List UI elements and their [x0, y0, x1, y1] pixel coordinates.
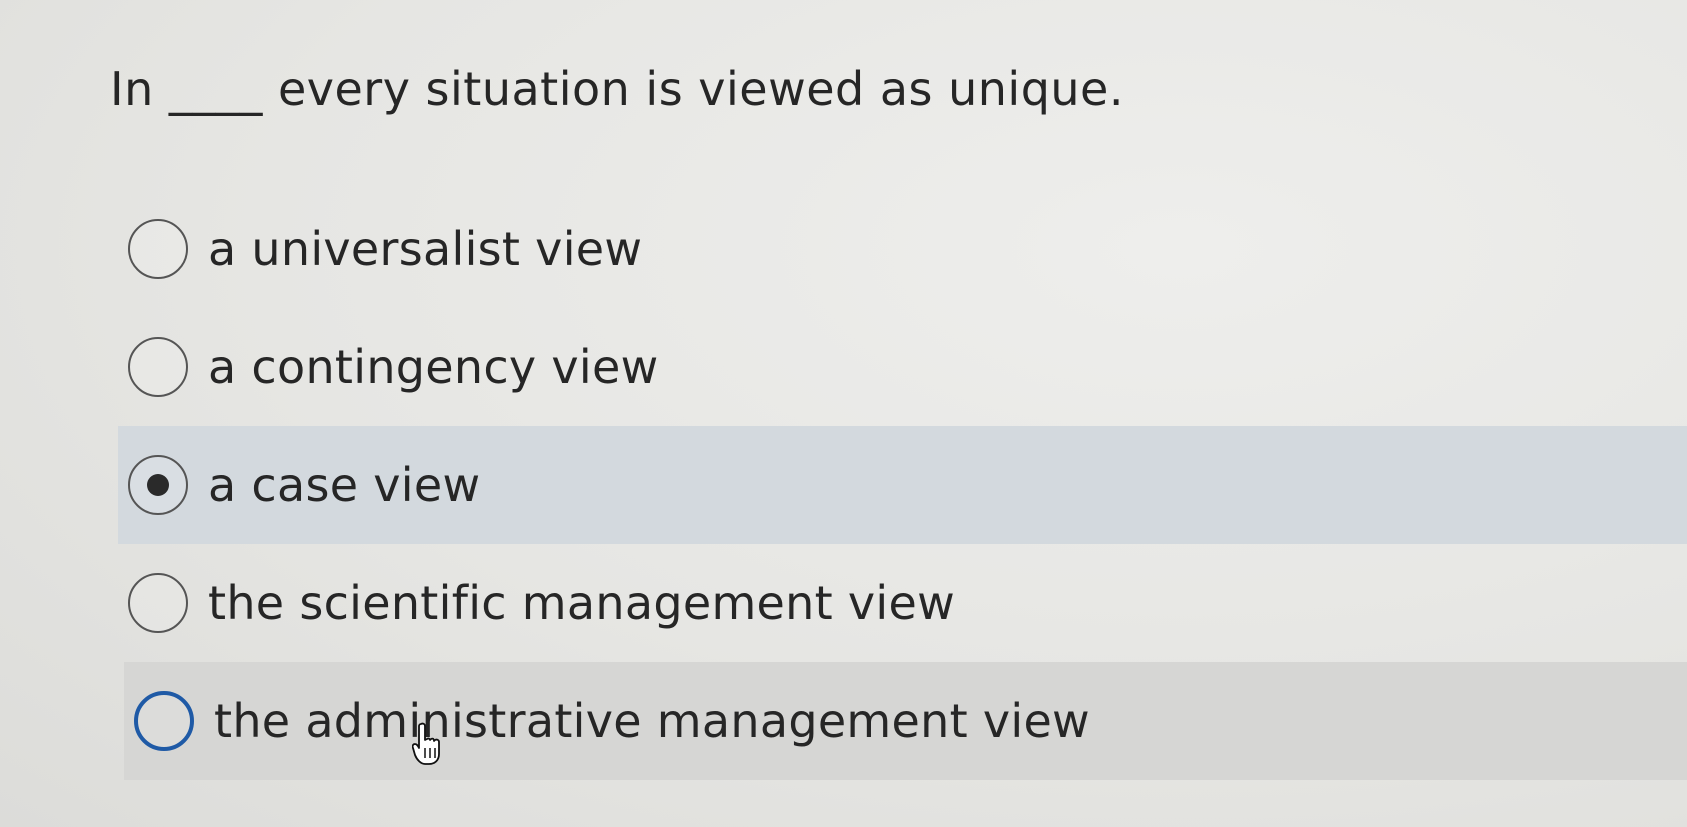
option-label: a case view [208, 458, 481, 512]
option-administrative-management-view[interactable]: the administrative management view [124, 662, 1687, 780]
radio-button[interactable] [128, 219, 188, 279]
option-universalist-view[interactable]: a universalist view [0, 190, 1687, 308]
option-label: the scientific management view [208, 576, 955, 630]
option-case-view[interactable]: a case view [118, 426, 1687, 544]
question-text: In ____ every situation is viewed as uni… [110, 62, 1124, 116]
option-contingency-view[interactable]: a contingency view [0, 308, 1687, 426]
option-label: the administrative management view [214, 694, 1090, 748]
radio-button[interactable] [128, 337, 188, 397]
radio-button-selected[interactable] [128, 455, 188, 515]
option-scientific-management-view[interactable]: the scientific management view [0, 544, 1687, 662]
option-label: a contingency view [208, 340, 659, 394]
radio-button-focused[interactable] [134, 691, 194, 751]
answer-options: a universalist view a contingency view a… [0, 190, 1687, 780]
hand-pointer-icon [412, 722, 440, 765]
option-label: a universalist view [208, 222, 643, 276]
radio-dot-icon [147, 474, 169, 496]
radio-button[interactable] [128, 573, 188, 633]
